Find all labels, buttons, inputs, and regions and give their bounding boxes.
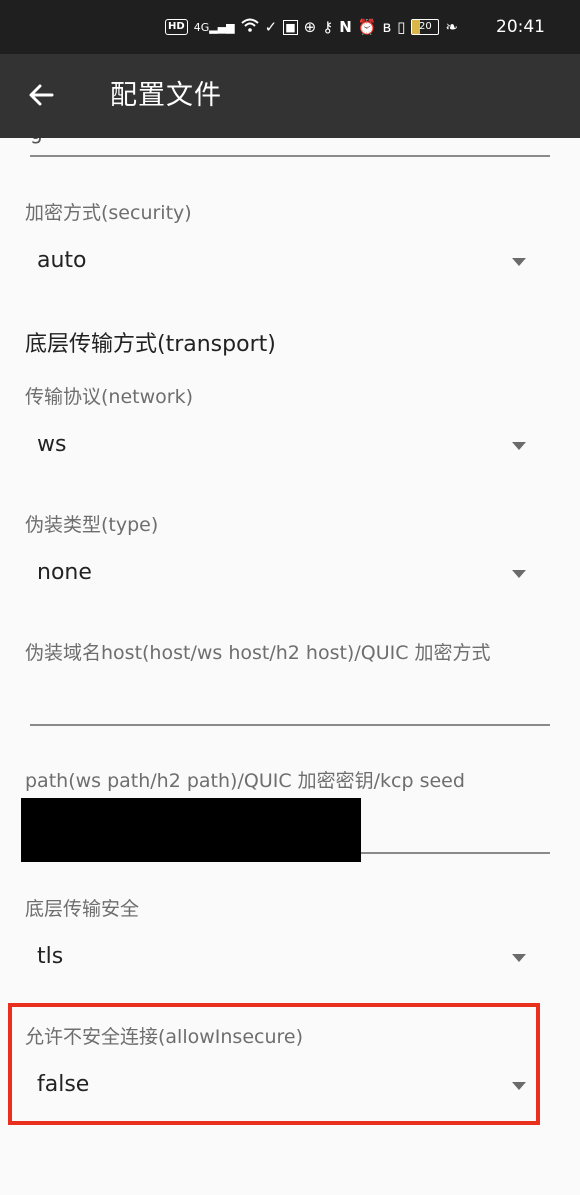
previous-field-underline xyxy=(30,155,550,157)
dropdown-arrow-icon xyxy=(512,1082,526,1090)
key-icon: ⚷ xyxy=(322,18,334,36)
type-select[interactable]: none xyxy=(20,548,550,598)
transport-heading: 底层传输方式(transport) xyxy=(25,332,276,357)
allow-insecure-select[interactable]: false xyxy=(20,1060,550,1110)
host-label: 伪装域名host(host/ws host/h2 host)/QUIC 加密方式 xyxy=(25,642,491,664)
type-value: none xyxy=(37,560,92,585)
battery-icon: 20 xyxy=(411,19,440,35)
status-icons: HD 4G▂▄▆ ✓ ■ ⊕ ⚷ Ν ⏰ ʙ ▯ 20 ❧ xyxy=(165,0,458,54)
type-label: 伪装类型(type) xyxy=(25,514,159,536)
stream-security-label: 底层传输安全 xyxy=(25,898,140,920)
leaf-icon: ❧ xyxy=(445,18,458,36)
security-value: auto xyxy=(37,248,87,273)
nfc-icon: Ν xyxy=(339,18,352,36)
allow-insecure-label: 允许不安全连接(allowInsecure) xyxy=(25,1026,303,1048)
host-input-value xyxy=(30,676,550,688)
arrow-left-icon[interactable] xyxy=(27,80,57,110)
clock: 20:41 xyxy=(496,17,545,37)
dropdown-arrow-icon xyxy=(512,258,526,266)
previous-field-value-peek: g xyxy=(30,138,43,144)
bluetooth-icon: ʙ xyxy=(382,18,392,36)
vpn-check-icon: ✓ xyxy=(264,18,278,36)
vpn-icon: ⊕ xyxy=(303,18,317,36)
stream-security-value: tls xyxy=(37,944,64,969)
allow-insecure-value: false xyxy=(37,1072,90,1097)
path-label: path(ws path/h2 path)/QUIC 加密密钥/kcp seed xyxy=(25,770,465,792)
network-select[interactable]: ws xyxy=(20,420,550,470)
security-label: 加密方式(security) xyxy=(25,202,192,224)
status-bar: HD 4G▂▄▆ ✓ ■ ⊕ ⚷ Ν ⏰ ʙ ▯ 20 ❧ 20:41 xyxy=(0,0,580,54)
config-form: g 加密方式(security) auto 底层传输方式(transport) … xyxy=(0,138,580,1195)
signal-icon: 4G▂▄▆ xyxy=(193,20,235,34)
page-title: 配置文件 xyxy=(110,80,222,111)
app-bar: 配置文件 xyxy=(0,54,580,138)
dropdown-arrow-icon xyxy=(512,954,526,962)
stream-security-select[interactable]: tls xyxy=(20,932,550,982)
app-icon: ■ xyxy=(283,19,298,35)
alarm-icon: ⏰ xyxy=(357,18,377,36)
security-select[interactable]: auto xyxy=(20,236,550,286)
hd-icon: HD xyxy=(165,19,188,35)
network-value: ws xyxy=(37,432,67,457)
dropdown-arrow-icon xyxy=(512,442,526,450)
host-input[interactable] xyxy=(30,676,550,726)
dropdown-arrow-icon xyxy=(512,570,526,578)
network-label: 传输协议(network) xyxy=(25,386,193,408)
host-underline xyxy=(30,724,550,726)
redaction-block xyxy=(21,798,361,862)
wifi-icon xyxy=(240,18,259,36)
vibrate-icon: ▯ xyxy=(397,18,406,36)
